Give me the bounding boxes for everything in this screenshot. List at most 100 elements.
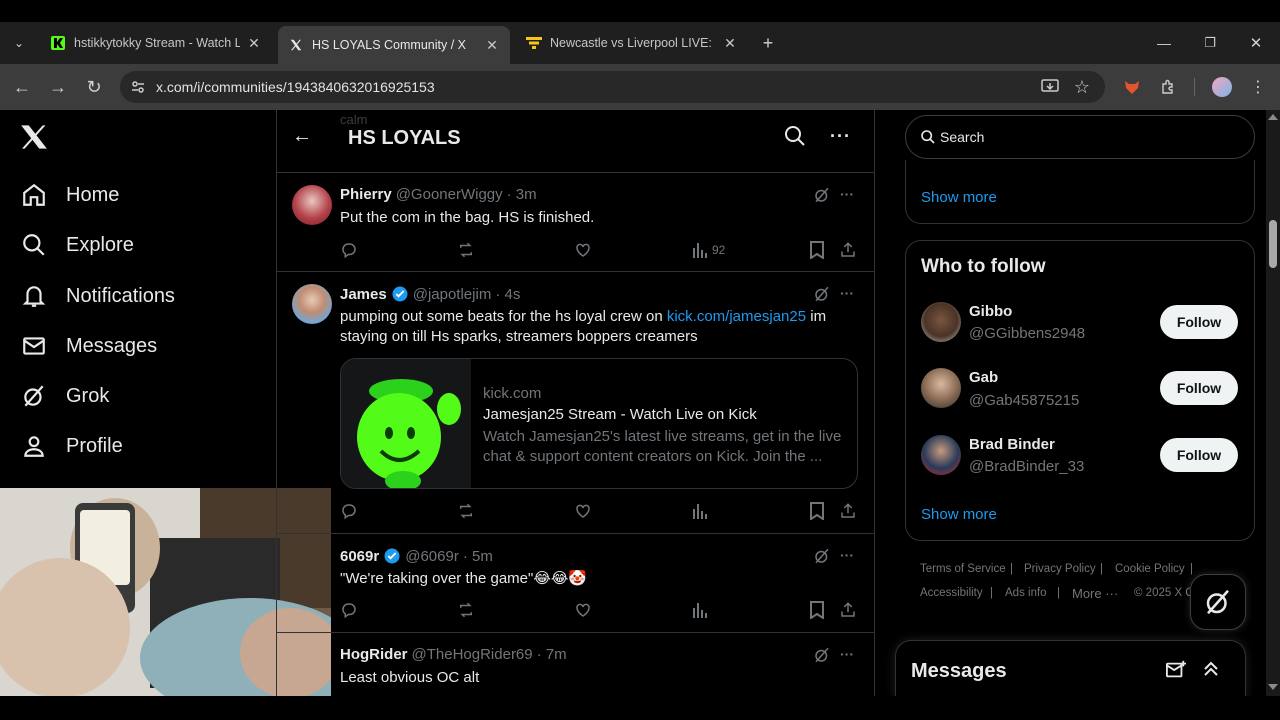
tab-newcastle-liverpool[interactable]: Newcastle vs Liverpool LIVE: Pre ✕	[516, 28, 748, 58]
suggestion-name[interactable]: Gibbo	[969, 303, 1012, 320]
browser-menu-icon[interactable]: ⋮	[1244, 73, 1272, 101]
avatar[interactable]	[292, 185, 332, 225]
post-more-icon[interactable]: ···	[840, 285, 854, 301]
restore-icon[interactable]: ❐	[1196, 29, 1224, 57]
nav-profile[interactable]: Profile	[20, 428, 123, 464]
community-more-icon[interactable]: ···	[830, 126, 851, 147]
author-handle[interactable]: @japotlejim	[413, 286, 492, 303]
address-bar[interactable]: x.com/i/communities/1943840632016925153	[120, 71, 1105, 103]
bookmark-star-icon[interactable]: ☆	[1068, 73, 1096, 101]
site-info-icon[interactable]	[130, 79, 146, 95]
back-arrow-icon[interactable]: ←	[288, 122, 316, 150]
author-name[interactable]: James	[340, 286, 387, 303]
back-icon[interactable]: ←	[8, 73, 36, 101]
footer-more-link[interactable]: More ···	[1072, 586, 1118, 601]
scroll-down-arrow-icon[interactable]	[1268, 684, 1278, 690]
share-icon[interactable]	[839, 502, 857, 520]
x-logo-icon[interactable]	[20, 124, 48, 150]
repost-icon[interactable]	[457, 502, 475, 520]
follow-button[interactable]: Follow	[1160, 305, 1238, 339]
suggestion-name[interactable]: Brad Binder	[969, 436, 1055, 453]
like-icon[interactable]	[574, 502, 592, 520]
extension-fox-icon[interactable]	[1118, 73, 1146, 101]
post-time[interactable]: · 4s	[495, 286, 520, 303]
author-name[interactable]: HogRider	[340, 646, 408, 663]
footer-link-ads[interactable]: Ads info	[1005, 587, 1047, 599]
author-handle[interactable]: @TheHogRider69	[412, 646, 533, 663]
views-icon[interactable]	[692, 502, 708, 520]
scrollbar-thumb[interactable]	[1269, 220, 1277, 268]
repost-icon[interactable]	[457, 241, 475, 259]
show-more-link[interactable]: Show more	[921, 189, 997, 206]
minimize-icon[interactable]: —	[1150, 29, 1178, 57]
post-time[interactable]: · 7m	[537, 646, 567, 663]
like-icon[interactable]	[574, 601, 592, 619]
author-name[interactable]: 6069r	[340, 548, 379, 565]
scroll-up-arrow-icon[interactable]	[1268, 114, 1278, 120]
post-more-icon[interactable]: ···	[840, 186, 854, 202]
tab-kick-stream[interactable]: hstikkytokky Stream - Watch Live ✕	[40, 28, 272, 58]
like-icon[interactable]	[574, 241, 592, 259]
close-tab-icon[interactable]: ✕	[484, 37, 500, 54]
reply-icon[interactable]	[340, 241, 358, 259]
nav-messages[interactable]: Messages	[20, 328, 157, 364]
suggestion-name[interactable]: Gab	[969, 369, 998, 386]
avatar[interactable]	[292, 284, 332, 324]
follow-button[interactable]: Follow	[1160, 438, 1238, 472]
views-icon[interactable]	[692, 601, 708, 619]
grok-float-button[interactable]	[1190, 574, 1246, 630]
post-more-icon[interactable]: ···	[840, 646, 854, 662]
close-tab-icon[interactable]: ✕	[246, 35, 262, 52]
share-icon[interactable]	[839, 601, 857, 619]
share-icon[interactable]	[839, 241, 857, 259]
repost-icon[interactable]	[457, 601, 475, 619]
post-time[interactable]: · 3m	[507, 186, 537, 203]
nav-grok[interactable]: Grok	[20, 378, 109, 414]
grok-explain-icon[interactable]	[813, 186, 831, 204]
author-handle[interactable]: @6069r	[405, 548, 459, 565]
tab-x-community[interactable]: HS LOYALS Community / X ✕	[278, 26, 510, 64]
suggestion-handle[interactable]: @Gab45875215	[969, 392, 1079, 409]
search-input[interactable]: Search	[905, 115, 1255, 159]
close-tab-icon[interactable]: ✕	[722, 35, 738, 52]
footer-link-terms[interactable]: Terms of Service	[920, 563, 1006, 575]
suggestion-handle[interactable]: @BradBinder_33	[969, 458, 1084, 475]
follow-button[interactable]: Follow	[1160, 371, 1238, 405]
reply-icon[interactable]	[340, 502, 358, 520]
post-link[interactable]: kick.com/jamesjan25	[667, 308, 806, 325]
bookmark-icon[interactable]	[809, 601, 825, 619]
author-name[interactable]: Phierry	[340, 186, 392, 203]
profile-avatar[interactable]	[1212, 77, 1232, 97]
bookmark-icon[interactable]	[809, 241, 825, 259]
nav-notifications[interactable]: Notifications	[20, 278, 175, 314]
post-time[interactable]: · 5m	[463, 548, 493, 565]
grok-explain-icon[interactable]	[813, 646, 831, 664]
nav-explore[interactable]: Explore	[20, 227, 134, 263]
author-handle[interactable]: @GoonerWiggy	[396, 186, 503, 203]
grok-explain-icon[interactable]	[813, 547, 831, 565]
avatar[interactable]	[921, 368, 961, 408]
avatar[interactable]	[921, 302, 961, 342]
new-tab-button[interactable]: +	[754, 29, 782, 57]
footer-link-accessibility[interactable]: Accessibility	[920, 587, 983, 599]
suggestion-handle[interactable]: @GGibbens2948	[969, 325, 1085, 342]
bookmark-icon[interactable]	[809, 502, 825, 520]
post-more-icon[interactable]: ···	[840, 547, 854, 563]
grok-explain-icon[interactable]	[813, 285, 831, 303]
page-scrollbar[interactable]	[1266, 110, 1280, 696]
reply-icon[interactable]	[340, 601, 358, 619]
expand-up-icon[interactable]	[1201, 659, 1221, 679]
tab-search-dropdown-icon[interactable]: ⌄	[6, 30, 32, 56]
footer-link-cookie[interactable]: Cookie Policy	[1115, 563, 1185, 575]
link-card[interactable]: kick.com Jamesjan25 Stream - Watch Live …	[340, 358, 858, 489]
footer-link-privacy[interactable]: Privacy Policy	[1024, 563, 1096, 575]
extensions-puzzle-icon[interactable]	[1154, 73, 1182, 101]
show-more-link[interactable]: Show more	[921, 506, 997, 523]
nav-home[interactable]: Home	[20, 177, 119, 213]
community-search-icon[interactable]	[783, 124, 807, 148]
forward-icon[interactable]: →	[44, 73, 72, 101]
new-message-icon[interactable]	[1165, 660, 1187, 680]
views-stat[interactable]: 92	[692, 241, 725, 259]
close-window-icon[interactable]: ✕	[1242, 29, 1270, 57]
install-app-icon[interactable]	[1036, 73, 1064, 101]
